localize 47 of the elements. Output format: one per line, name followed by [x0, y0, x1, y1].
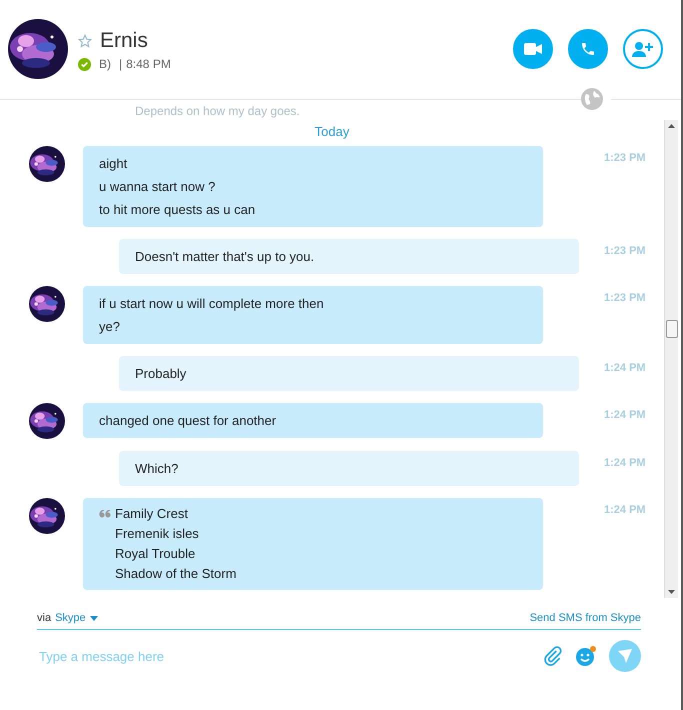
message-text: u wanna start now ? [99, 178, 216, 196]
local-time: 8:48 PM [126, 57, 171, 71]
quote-icon [99, 510, 111, 518]
emoticon-icon[interactable] [575, 645, 597, 667]
service-selector[interactable]: Skype [55, 612, 98, 624]
message-text: Which? [135, 460, 180, 478]
quoted-line: Fremenik isles [115, 525, 200, 543]
add-people-button[interactable] [623, 29, 663, 69]
call-button[interactable] [568, 29, 608, 69]
message-text: if u start now u will complete more then [99, 295, 325, 313]
video-call-button[interactable] [513, 29, 553, 69]
video-camera-icon [524, 43, 542, 55]
message-time: 1:23 PM [604, 245, 646, 257]
add-contact-icon [632, 41, 654, 57]
globe-icon[interactable] [581, 88, 603, 110]
message-text: Doesn't matter that's up to you. [135, 248, 316, 266]
quoted-line: Shadow of the Storm [115, 565, 236, 583]
message-text: changed one quest for another [99, 412, 278, 430]
message-text: ye? [99, 318, 121, 336]
message-time: 1:24 PM [604, 457, 646, 469]
message-time: 1:23 PM [604, 292, 646, 304]
separator: | [119, 57, 122, 71]
star-icon[interactable] [78, 34, 92, 48]
message-text: Probably [135, 365, 188, 383]
caret-icon [90, 616, 98, 620]
message-time: 1:24 PM [604, 362, 646, 374]
message-time: 1:24 PM [604, 504, 646, 516]
send-button[interactable] [609, 640, 641, 672]
quoted-line: Royal Trouble [115, 545, 196, 563]
paperclip-icon[interactable] [543, 646, 563, 666]
message-time: 1:23 PM [604, 152, 646, 164]
quoted-line: Family Crest [115, 505, 189, 523]
send-icon [617, 648, 633, 664]
scroll-up-arrow-icon[interactable] [668, 124, 675, 128]
message-text: aight [99, 155, 128, 173]
message-time: 1:24 PM [604, 409, 646, 421]
send-sms-link[interactable]: Send SMS from Skype [530, 612, 641, 624]
scrollbar-thumb[interactable] [666, 320, 678, 338]
message-text: to hit more quests as u can [99, 201, 256, 219]
date-divider: Today [314, 124, 350, 140]
contact-name: Ernis [100, 29, 148, 53]
mood-message: B) [99, 57, 111, 71]
via-label: via [37, 612, 52, 624]
scrollbar[interactable] [664, 120, 678, 598]
phone-icon [580, 41, 596, 57]
faded-message: Depends on how my day goes. [135, 104, 301, 118]
scroll-down-arrow-icon[interactable] [668, 590, 675, 594]
